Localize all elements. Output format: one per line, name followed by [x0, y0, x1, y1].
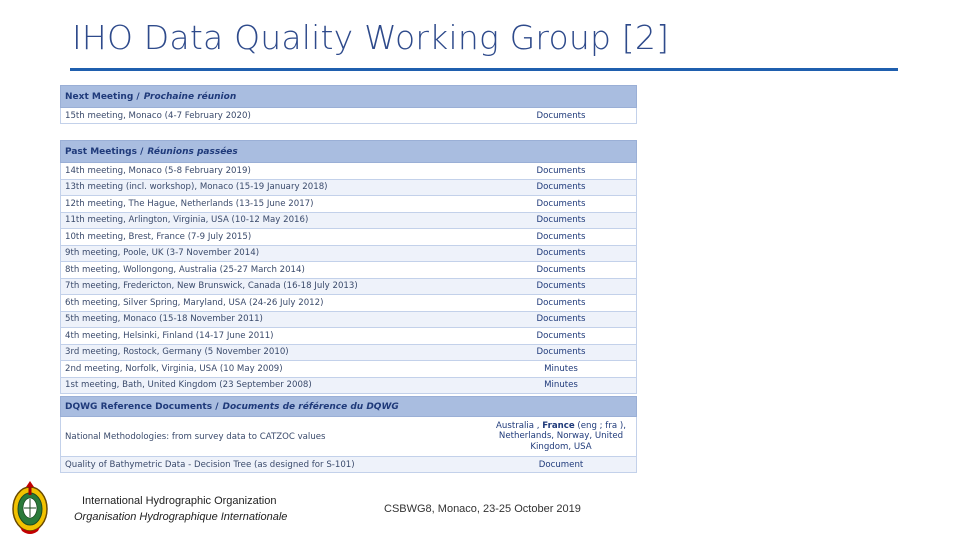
section-gap	[60, 124, 637, 140]
reference-doc-label: Quality of Bathymetric Data - Decision T…	[65, 459, 355, 470]
meeting-label: 5th meeting, Monaco (15-18 November 2011…	[65, 314, 263, 325]
documents-link[interactable]: Documents	[537, 199, 586, 209]
meeting-label: 15th meeting, Monaco (4-7 February 2020)	[65, 110, 251, 121]
meeting-label: 8th meeting, Wollongong, Australia (25-2…	[65, 264, 305, 275]
table-row: 10th meeting, Brest, France (7-9 July 20…	[60, 229, 637, 246]
past-meetings-header-fr: Réunions passées	[147, 146, 238, 157]
meeting-label: 12th meeting, The Hague, Netherlands (13…	[65, 198, 314, 209]
table-row: 8th meeting, Wollongong, Australia (25-2…	[60, 262, 637, 279]
documents-link[interactable]: Documents	[537, 347, 586, 357]
documents-link[interactable]: Documents	[537, 281, 586, 291]
table-row: 3rd meeting, Rostock, Germany (5 Novembe…	[60, 344, 637, 361]
title-divider	[70, 68, 898, 71]
documents-link[interactable]: Documents	[537, 182, 586, 192]
past-meetings-header-en: Past Meetings /	[65, 146, 144, 157]
next-meeting-header: Next Meeting / Prochaine réunion	[60, 85, 637, 108]
table-row: 15th meeting, Monaco (4-7 February 2020)…	[60, 108, 637, 124]
meeting-label: 14th meeting, Monaco (5-8 February 2019)	[65, 165, 251, 176]
meeting-label: 10th meeting, Brest, France (7-9 July 20…	[65, 231, 252, 242]
documents-link[interactable]: Documents	[537, 232, 586, 242]
meeting-info: CSBWG8, Monaco, 23-25 October 2019	[384, 503, 581, 515]
meeting-label: 11th meeting, Arlington, Virginia, USA (…	[65, 215, 309, 226]
table-row: 9th meeting, Poole, UK (3-7 November 201…	[60, 245, 637, 262]
past-meetings-header: Past Meetings / Réunions passées	[60, 140, 637, 163]
meeting-label: 13th meeting (incl. workshop), Monaco (1…	[65, 182, 328, 193]
meeting-label: 3rd meeting, Rostock, Germany (5 Novembe…	[65, 347, 289, 358]
org-name-english: International Hydrographic Organization	[82, 495, 277, 507]
table-row: 2nd meeting, Norfolk, Virginia, USA (10 …	[60, 361, 637, 378]
table-row: 13th meeting (incl. workshop), Monaco (1…	[60, 179, 637, 196]
documents-link[interactable]: Documents	[537, 265, 586, 275]
documents-link[interactable]: Documents	[537, 314, 586, 324]
meetings-table-screenshot: Next Meeting / Prochaine réunion 15th me…	[60, 80, 637, 473]
methodology-links[interactable]: Australia , France (eng ; fra ), Netherl…	[486, 421, 636, 453]
table-row: 5th meeting, Monaco (15-18 November 2011…	[60, 311, 637, 328]
table-row: 4th meeting, Helsinki, Finland (14-17 Ju…	[60, 328, 637, 345]
table-row: 6th meeting, Silver Spring, Maryland, US…	[60, 295, 637, 312]
documents-link[interactable]: Documents	[537, 166, 586, 176]
documents-link[interactable]: Documents	[537, 248, 586, 258]
next-meeting-header-fr: Prochaine réunion	[143, 91, 237, 102]
documents-link[interactable]: Documents	[537, 215, 586, 225]
documents-link[interactable]: Documents	[537, 298, 586, 308]
reference-docs-header-en: DQWG Reference Documents /	[65, 401, 219, 412]
meeting-label: 9th meeting, Poole, UK (3-7 November 201…	[65, 248, 260, 259]
australia-link[interactable]: Australia ,	[496, 421, 542, 431]
france-link[interactable]: France	[542, 421, 574, 431]
table-row: 11th meeting, Arlington, Virginia, USA (…	[60, 212, 637, 229]
documents-link[interactable]: Documents	[537, 331, 586, 341]
meeting-label: 7th meeting, Fredericton, New Brunswick,…	[65, 281, 358, 292]
reference-doc-label: National Methodologies: from survey data…	[65, 431, 326, 442]
meeting-label: 2nd meeting, Norfolk, Virginia, USA (10 …	[65, 363, 283, 374]
reference-docs-header-fr: Documents de référence du DQWG	[222, 401, 399, 412]
document-link[interactable]: Document	[539, 460, 584, 470]
table-row: National Methodologies: from survey data…	[60, 417, 637, 457]
minutes-link[interactable]: Minutes	[544, 364, 578, 374]
meeting-label: 1st meeting, Bath, United Kingdom (23 Se…	[65, 380, 312, 391]
minutes-link[interactable]: Minutes	[544, 380, 578, 390]
org-name-french: Organisation Hydrographique Internationa…	[74, 511, 288, 523]
table-row: 14th meeting, Monaco (5-8 February 2019)…	[60, 163, 637, 180]
table-row: Quality of Bathymetric Data - Decision T…	[60, 457, 637, 473]
documents-link[interactable]: Documents	[537, 111, 586, 121]
slide-title: IHO Data Quality Working Group [2]	[72, 18, 670, 57]
table-row: 12th meeting, The Hague, Netherlands (13…	[60, 196, 637, 213]
iho-crest-logo	[12, 481, 48, 534]
meeting-label: 6th meeting, Silver Spring, Maryland, US…	[65, 297, 324, 308]
reference-docs-header: DQWG Reference Documents / Documents de …	[60, 396, 637, 417]
table-row: 1st meeting, Bath, United Kingdom (23 Se…	[60, 377, 637, 394]
meeting-label: 4th meeting, Helsinki, Finland (14-17 Ju…	[65, 330, 274, 341]
next-meeting-header-en: Next Meeting /	[65, 91, 140, 102]
table-row: 7th meeting, Fredericton, New Brunswick,…	[60, 278, 637, 295]
